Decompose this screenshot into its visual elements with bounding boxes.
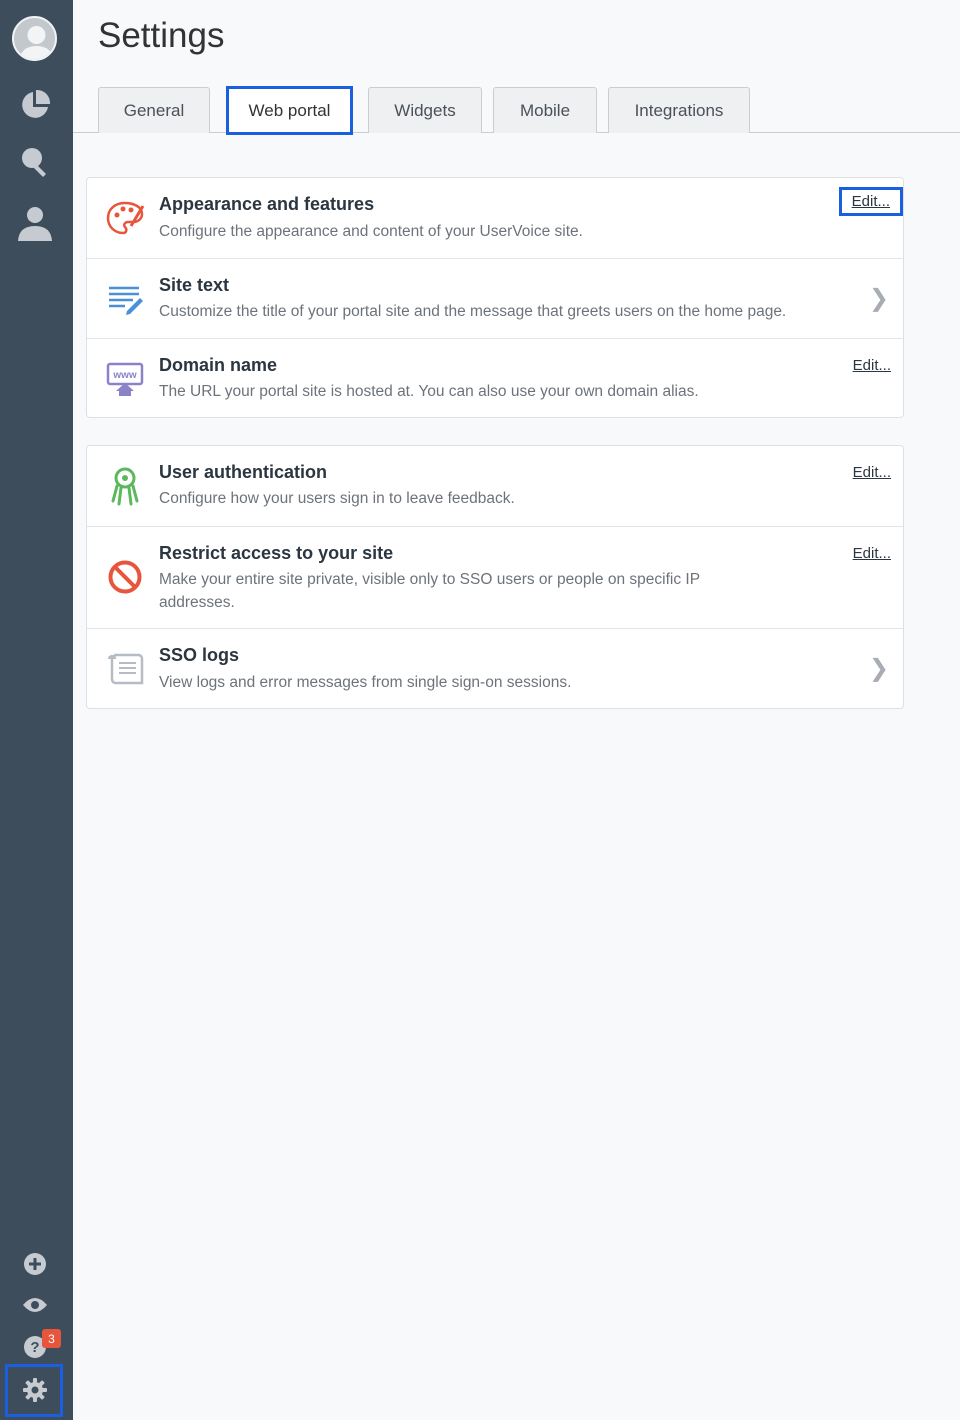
chevron-right-icon[interactable]: ❯ [869,654,889,683]
row-title: Site text [159,275,230,295]
svg-text:www: www [112,370,137,381]
palette-icon [105,198,145,238]
settings-card-access: User authentication Configure how your u… [86,445,904,709]
tab-general[interactable]: General [98,87,210,133]
help-badge: 3 [42,1329,61,1348]
page-title: Settings [98,16,225,55]
row-description: The URL your portal site is hosted at. Y… [159,383,699,400]
settings-selection-highlight [5,1364,63,1417]
tab-mobile[interactable]: Mobile [493,87,597,133]
eye-icon[interactable] [14,1284,56,1326]
settings-row-domain[interactable]: www Domain name The URL your portal site… [87,338,903,418]
row-description: Configure the appearance and content of … [159,223,583,240]
settings-row-appearance[interactable]: Appearance and features Configure the ap… [87,178,903,258]
row-title: SSO logs [159,645,240,665]
edit-domain-link[interactable]: Edit... [853,357,891,374]
tab-widgets[interactable]: Widgets [368,87,482,133]
www-home-icon: www [105,359,145,399]
row-title: Domain name [159,355,278,375]
tab-integrations[interactable]: Integrations [608,87,750,133]
svg-text:?: ? [30,1339,39,1356]
edit-appearance-link[interactable]: Edit... [838,187,903,216]
main-content: Settings General Web portal Widgets Mobi… [73,0,960,1420]
row-title: User authentication [159,462,328,482]
row-description: View logs and error messages from single… [159,674,572,691]
person-icon[interactable] [14,202,56,244]
sidebar: ? 3 [0,0,73,1420]
edit-restrict-access-link[interactable]: Edit... [853,545,891,562]
settings-card-portal: Appearance and features Configure the ap… [86,177,904,418]
plus-circle-icon[interactable] [14,1243,56,1285]
settings-row-sso-logs[interactable]: SSO logs View logs and error messages fr… [87,628,903,708]
lightbulb-icon[interactable] [14,142,56,184]
pie-chart-icon[interactable] [14,84,56,126]
no-entry-icon [105,557,145,597]
settings-row-restrict-access[interactable]: Restrict access to your site Make your e… [87,526,903,628]
user-key-icon [105,466,145,506]
row-title: Appearance and features [159,194,375,214]
row-description: Customize the title of your portal site … [159,303,787,320]
row-title: Restrict access to your site [159,543,394,563]
settings-row-user-auth[interactable]: User authentication Configure how your u… [87,446,903,526]
chevron-right-icon[interactable]: ❯ [869,284,889,313]
edit-user-auth-link[interactable]: Edit... [853,464,891,481]
row-description: Make your entire site private, visible o… [159,571,700,611]
scroll-icon [105,649,145,689]
row-description: Configure how your users sign in to leav… [159,490,515,507]
tab-web-portal[interactable]: Web portal [226,86,353,135]
text-edit-icon [105,279,145,319]
settings-row-site-text[interactable]: Site text Customize the title of your po… [87,258,903,338]
user-avatar-icon[interactable] [12,16,57,61]
